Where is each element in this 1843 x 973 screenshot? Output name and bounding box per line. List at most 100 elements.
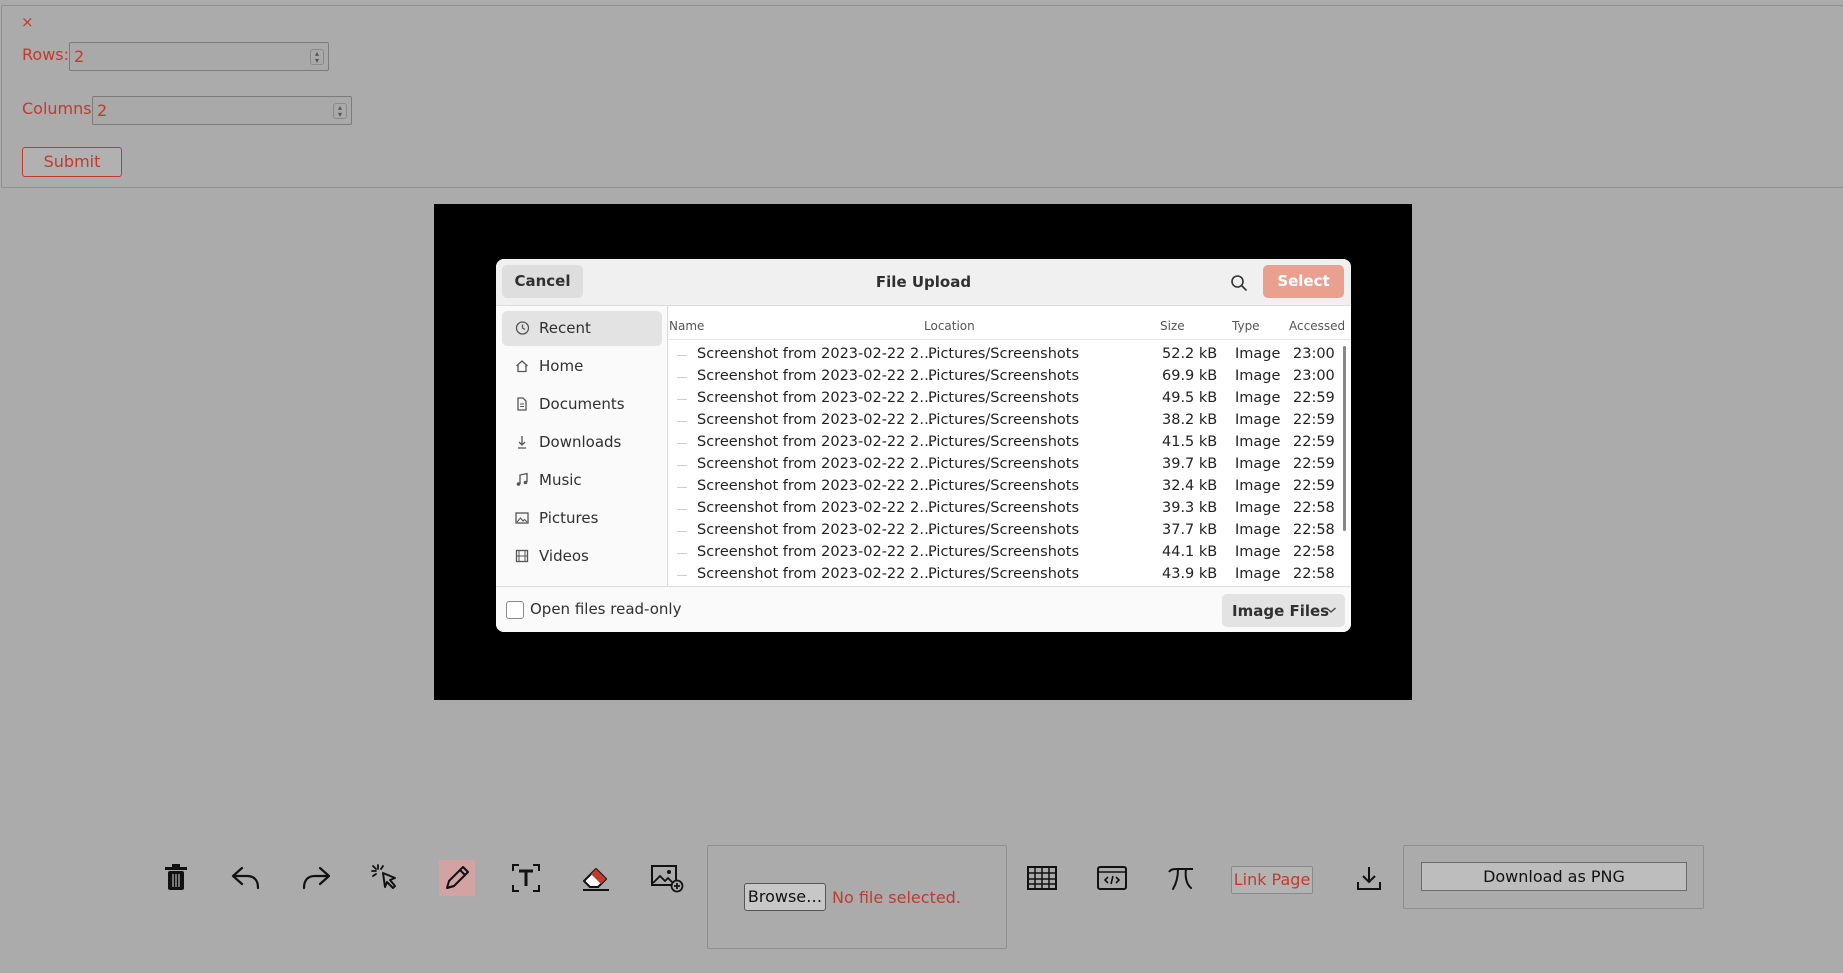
file-location: Pictures/Screenshots [928,566,1080,582]
select-pointer-icon [371,864,396,889]
file-icon [677,465,687,466]
file-row[interactable]: Screenshot from 2023-02-22 2… Pictures/Sc… [669,344,1351,366]
sidebar-item-videos[interactable]: Videos [502,539,662,574]
search-icon[interactable] [1229,273,1249,293]
file-accessed: 23:00 [1293,368,1335,384]
filter-label: Image Files [1232,602,1330,620]
trash-icon [165,864,187,890]
file-location: Pictures/Screenshots [928,456,1080,472]
file-icon [677,377,687,378]
column-header-size[interactable]: Size [1160,319,1185,333]
file-location: Pictures/Screenshots [928,412,1080,428]
add-image-tool[interactable] [649,860,685,896]
file-row[interactable]: Screenshot from 2023-02-22 2… Pictures/Sc… [669,498,1351,520]
text-tool[interactable] [508,860,544,896]
file-location: Pictures/Screenshots [928,368,1080,384]
file-icon [677,421,687,422]
sidebar-item-label: Music [539,471,582,489]
pi-icon [1168,868,1193,890]
scrollbar[interactable] [1343,346,1346,531]
sidebar-item-music[interactable]: Music [502,463,662,498]
columns-stepper[interactable]: ▴ ▾ [333,103,347,119]
file-upload-dialog: Cancel File Upload Select Recent Home Do… [496,259,1351,632]
download-tool[interactable] [1351,860,1387,896]
file-list: Name Location Size Type Accessed Screens… [669,306,1351,586]
file-row[interactable]: Screenshot from 2023-02-22 2… Pictures/Sc… [669,366,1351,388]
pictures-icon [515,512,529,524]
download-icon [518,436,526,449]
table-settings-form: × Rows: 2 ▴ ▾ Columns: 2 ▴ ▾ Submit [1,5,1843,188]
film-icon [515,549,529,563]
file-name: Screenshot from 2023-02-22 2… [697,412,934,428]
column-header-type[interactable]: Type [1232,319,1260,333]
file-type: Image [1235,368,1281,384]
file-accessed: 22:59 [1293,434,1335,450]
column-header-location[interactable]: Location [924,319,975,333]
file-type-filter[interactable]: Image Files [1222,594,1345,627]
file-row[interactable]: Screenshot from 2023-02-22 2… Pictures/Sc… [669,476,1351,498]
close-icon[interactable]: × [21,13,34,31]
select-tool[interactable] [368,860,404,896]
sidebar-item-downloads[interactable]: Downloads [502,425,662,460]
sidebar-item-home[interactable]: Home [502,349,662,384]
file-accessed: 22:58 [1293,522,1335,538]
file-row[interactable]: Screenshot from 2023-02-22 2… Pictures/Sc… [669,564,1351,586]
file-row[interactable]: Screenshot from 2023-02-22 2… Pictures/Sc… [669,520,1351,542]
file-accessed: 22:59 [1293,390,1335,406]
file-icon [677,443,687,444]
sidebar-item-recent[interactable]: Recent [502,311,662,346]
table-tool[interactable] [1024,860,1060,896]
download-icon [1357,867,1381,890]
read-only-label: Open files read-only [530,600,682,618]
columns-input[interactable]: 2 ▴ ▾ [92,96,352,125]
redo-tool[interactable] [298,860,334,896]
browse-button[interactable]: Browse… [744,883,826,911]
link-page-button[interactable]: Link Page [1231,866,1313,894]
file-status-text: No file selected. [832,888,961,907]
pencil-tool[interactable] [439,860,475,896]
code-tool[interactable] [1094,860,1130,896]
file-row[interactable]: Screenshot from 2023-02-22 2… Pictures/Sc… [669,388,1351,410]
document-icon [517,397,527,411]
file-row[interactable]: Screenshot from 2023-02-22 2… Pictures/Sc… [669,432,1351,454]
file-location: Pictures/Screenshots [928,500,1080,516]
dialog-footer: Open files read-only Image Files [496,586,1351,632]
file-size: 38.2 kB [1162,412,1218,428]
file-location: Pictures/Screenshots [928,346,1080,362]
file-size: 37.7 kB [1162,522,1218,538]
file-row[interactable]: Screenshot from 2023-02-22 2… Pictures/Sc… [669,410,1351,432]
rows-stepper[interactable]: ▴ ▾ [310,49,324,65]
music-icon [516,472,528,486]
file-type: Image [1235,566,1281,582]
undo-tool[interactable] [228,860,264,896]
file-row[interactable]: Screenshot from 2023-02-22 2… Pictures/Sc… [669,542,1351,564]
file-location: Pictures/Screenshots [928,522,1080,538]
table-icon [1027,866,1057,890]
eraser-tool[interactable] [578,860,614,896]
select-button[interactable]: Select [1263,265,1344,298]
column-header-name[interactable]: Name [669,319,704,333]
read-only-checkbox[interactable] [506,601,524,619]
file-type: Image [1235,544,1281,560]
file-icon [677,355,687,356]
file-row[interactable]: Screenshot from 2023-02-22 2… Pictures/Sc… [669,454,1351,476]
rows-input[interactable]: 2 ▴ ▾ [69,42,329,71]
file-name: Screenshot from 2023-02-22 2… [697,456,934,472]
sidebar-item-pictures[interactable]: Pictures [502,501,662,536]
delete-tool[interactable] [158,860,194,896]
file-name: Screenshot from 2023-02-22 2… [697,368,934,384]
file-name: Screenshot from 2023-02-22 2… [697,478,934,494]
file-icon [677,575,687,576]
file-accessed: 23:00 [1293,346,1335,362]
column-header-accessed[interactable]: Accessed [1289,319,1345,333]
math-tool[interactable] [1163,860,1199,896]
download-png-button[interactable]: Download as PNG [1421,862,1687,891]
file-size: 32.4 kB [1162,478,1218,494]
sidebar-item-documents[interactable]: Documents [502,387,662,422]
file-type: Image [1235,522,1281,538]
submit-button[interactable]: Submit [22,147,122,177]
chevron-down-icon [1326,607,1336,613]
file-location: Pictures/Screenshots [928,478,1080,494]
file-name: Screenshot from 2023-02-22 2… [697,390,934,406]
sidebar-item-label: Recent [539,319,591,337]
